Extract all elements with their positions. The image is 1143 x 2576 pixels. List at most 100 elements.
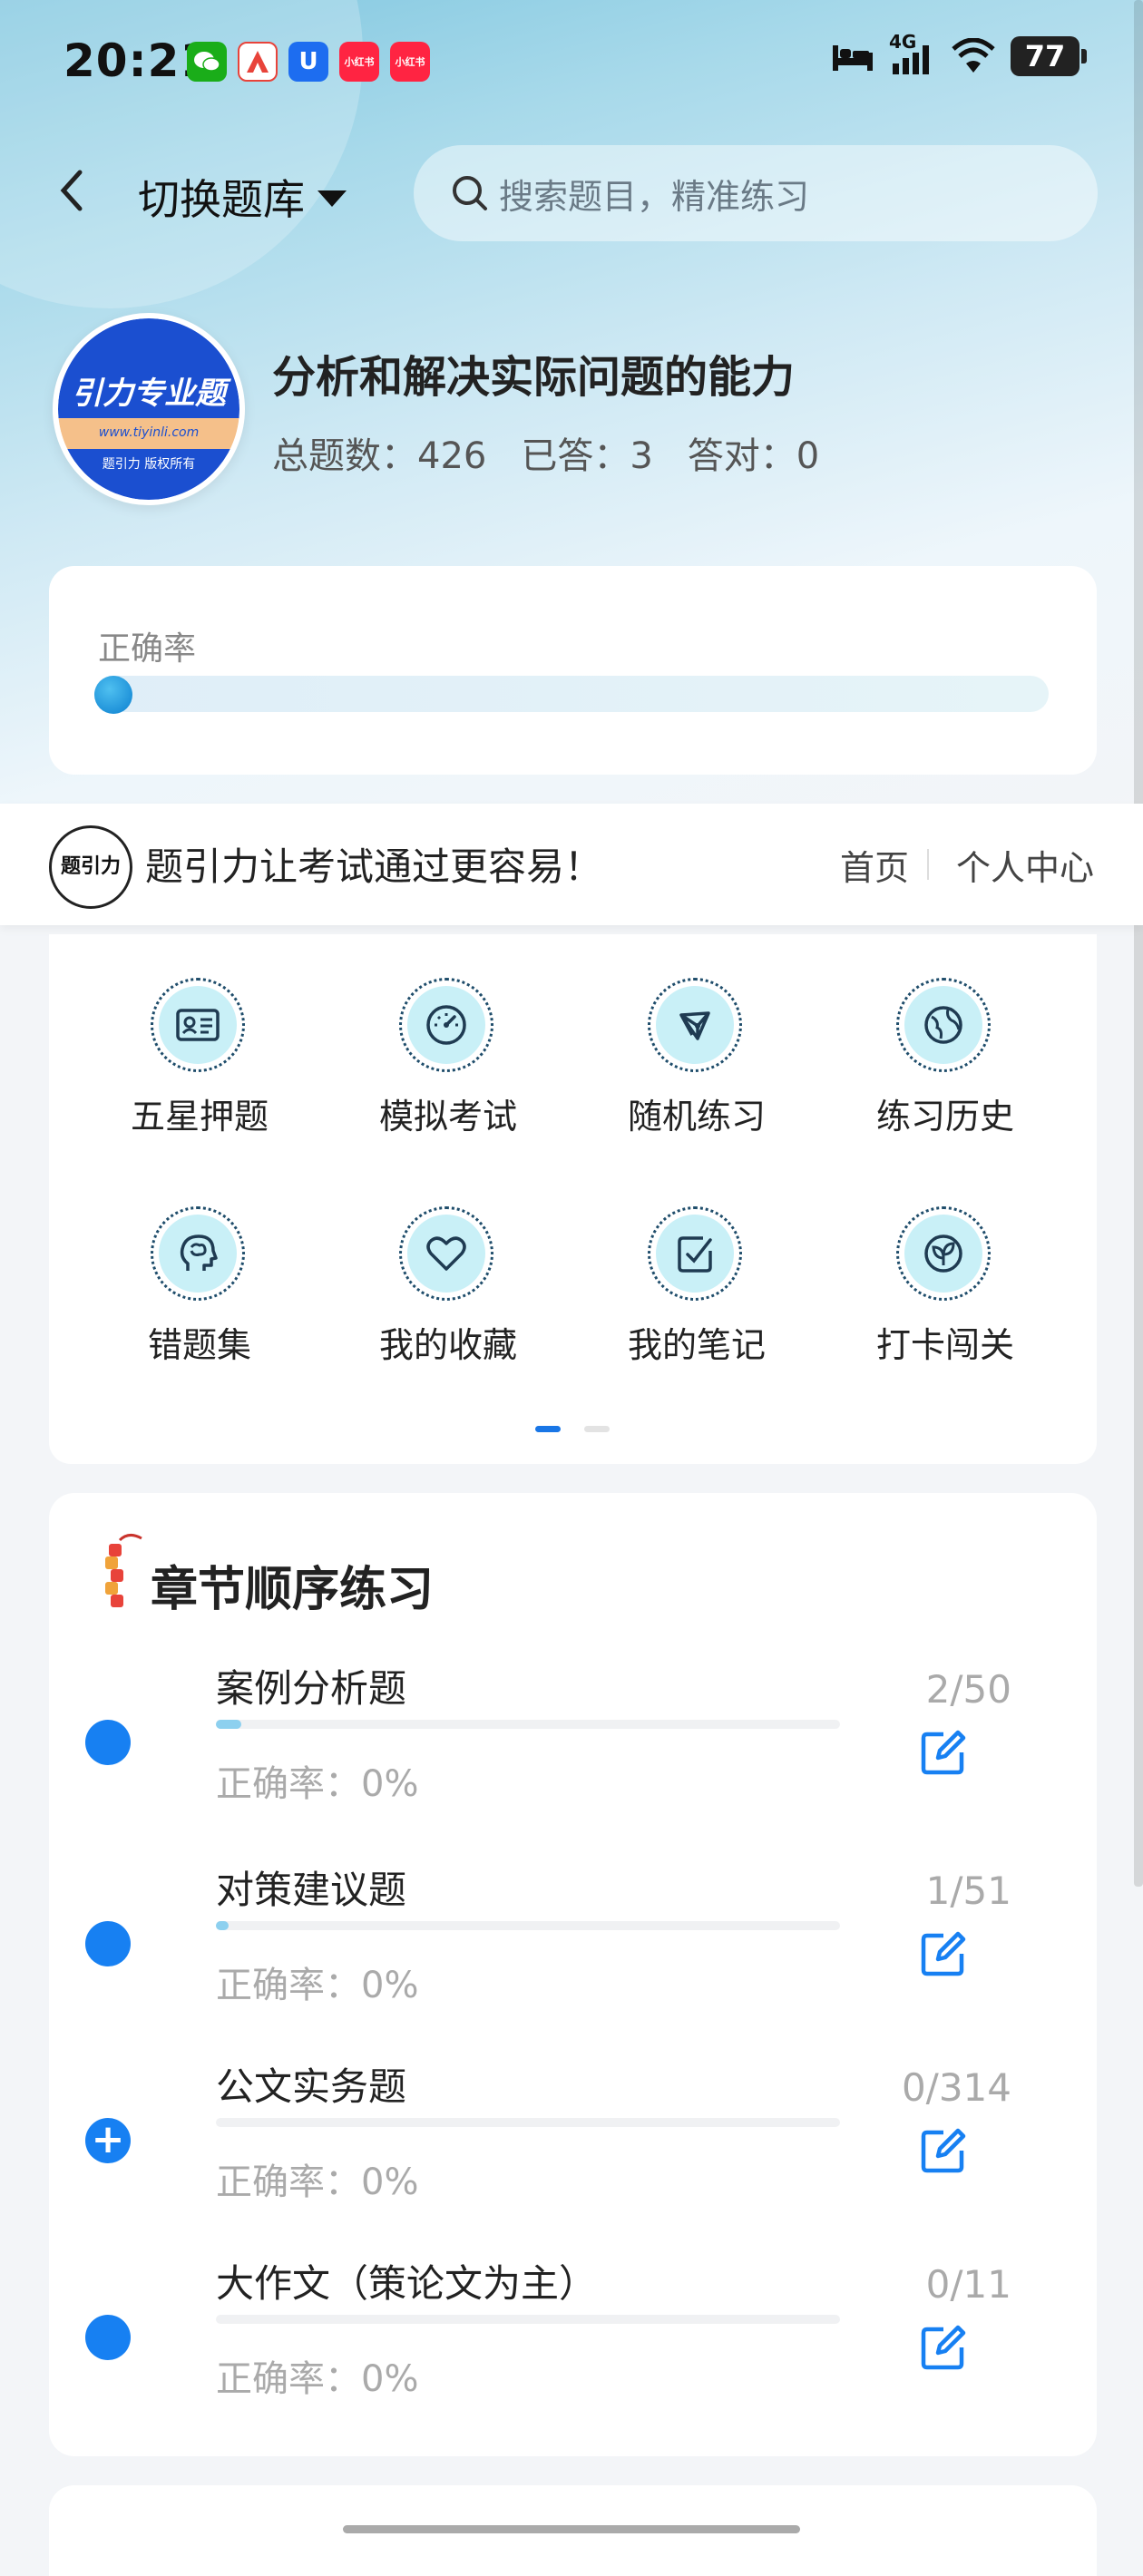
heart-icon: [426, 1236, 466, 1271]
note-check-icon: [678, 1236, 712, 1273]
total-count: 总题数：426: [272, 435, 487, 477]
scrollbar[interactable]: [1134, 0, 1143, 1887]
gauge-icon: [426, 1005, 466, 1045]
system-icons: 4G 77: [831, 31, 1087, 76]
function-mock-exam[interactable]: 模拟考试: [339, 978, 557, 1159]
chapter-count: 0/11: [925, 2262, 1011, 2307]
chapter-name: 大作文（策论文为主）: [216, 2261, 598, 2306]
function-random-practice[interactable]: 随机练习: [588, 978, 806, 1159]
chapter-accuracy: 正确率：0%: [216, 2161, 419, 2203]
chapter-accuracy: 正确率：0%: [216, 1965, 419, 2006]
globe-icon: [924, 1006, 962, 1044]
bank-logo-url: www.tiyinli.com: [98, 425, 200, 440]
chapter-name: 公文实务题: [216, 2064, 407, 2109]
xiaohongshu-icon-2: 小红书: [390, 42, 430, 82]
network-icon: [679, 1011, 710, 1040]
function-label: 错题集: [147, 1325, 251, 1365]
xiaohongshu-icon: 小红书: [339, 42, 379, 82]
switch-bank-dropdown[interactable]: 切换题库: [138, 167, 347, 227]
accuracy-card: [49, 566, 1097, 775]
id-card-icon: [176, 1009, 220, 1041]
search-bar[interactable]: 搜索题目，精准练习: [414, 145, 1098, 241]
pager-dot-active[interactable]: [535, 1426, 561, 1432]
chapter-progress-bar: [216, 1921, 840, 1930]
bank-title: 分析和解决实际问题的能力: [272, 352, 796, 403]
status-bar: 20:21 U 小红书 小红书 4G 77: [0, 0, 1143, 118]
back-button[interactable]: [49, 163, 93, 218]
sprout-icon: [924, 1234, 962, 1273]
expand-plus-icon: +: [85, 2118, 131, 2163]
nav-profile-link[interactable]: 个人中心: [956, 840, 1094, 890]
home-indicator[interactable]: [343, 2525, 800, 2533]
accuracy-indicator: [94, 676, 132, 714]
chapter-status-dot: [85, 1921, 131, 1966]
chapter-progress-bar: [216, 1720, 840, 1729]
chapter-progress-bar: [216, 2118, 840, 2127]
function-icon-ring: [896, 978, 991, 1072]
function-wrong-questions[interactable]: 错题集: [91, 1206, 308, 1388]
app-u-letter: U: [298, 48, 318, 75]
chapter-status-dot: [85, 2315, 131, 2360]
chevron-left-icon: [60, 170, 83, 211]
correct-count: 答对：0: [687, 435, 820, 477]
function-icon-ring: [399, 978, 493, 1072]
chapter-row-1[interactable]: 案例分析题 正确率：0% 2/50: [0, 1658, 1048, 1839]
function-icon-ring: [648, 1206, 742, 1301]
accuracy-label: 正确率: [98, 630, 197, 668]
xiaohongshu-text: 小红书: [344, 56, 375, 68]
chapter-row-4[interactable]: 大作文（策论文为主） 正确率：0% 0/11: [0, 2253, 1048, 2435]
brain-head-icon: [180, 1234, 218, 1271]
chapter-practice-title: 章节顺序练习: [151, 1563, 435, 1617]
function-label: 练习历史: [875, 1097, 1014, 1137]
battery-indicator: 77: [1011, 36, 1087, 76]
bank-stats: 总题数：426 已答：3 答对：0: [272, 426, 819, 479]
chapter-count: 2/50: [925, 1667, 1011, 1712]
function-practice-history[interactable]: 练习历史: [836, 978, 1054, 1159]
switch-bank-label: 切换题库: [138, 175, 305, 224]
function-icon-ring: [399, 1206, 493, 1301]
firecracker-icon: [105, 1534, 142, 1607]
chapter-status-dot: [85, 1720, 131, 1765]
chapter-row-3[interactable]: + 公文实务题 正确率：0% 0/314: [0, 2056, 1048, 2238]
function-five-star-questions[interactable]: 五星押题: [91, 978, 308, 1159]
pager-dot[interactable]: [584, 1426, 610, 1432]
bank-logo-text: 引力专业题: [72, 376, 226, 412]
notification-icons: U 小红书 小红书: [187, 42, 430, 82]
function-label: 我的笔记: [627, 1325, 766, 1365]
brand-logo: 题引力: [49, 825, 132, 909]
function-icon-ring: [648, 978, 742, 1072]
chapter-progress-fill: [216, 1921, 229, 1930]
function-label: 随机练习: [627, 1097, 766, 1137]
edit-icon[interactable]: [916, 1725, 971, 1780]
function-check-in-challenge[interactable]: 打卡闯关: [836, 1206, 1054, 1388]
function-icon-ring: [151, 1206, 245, 1301]
function-label: 模拟考试: [378, 1097, 517, 1137]
chapter-progress-fill: [216, 1720, 241, 1729]
wifi-icon: [952, 38, 995, 73]
caret-down-icon: [318, 190, 347, 207]
edit-icon[interactable]: [916, 2123, 971, 2178]
bank-logo: 引力专业题 www.tiyinli.com 题引力 版权所有: [53, 313, 245, 505]
cellular-icon: 4G: [889, 31, 936, 76]
chapter-accuracy: 正确率：0%: [216, 1763, 419, 1805]
chapter-name: 对策建议题: [216, 1868, 407, 1912]
accuracy-bar: [94, 676, 1049, 712]
chapter-row-2[interactable]: 对策建议题 正确率：0% 1/51: [0, 1859, 1048, 2041]
wechat-icon: [187, 42, 227, 82]
bed-icon: [833, 45, 873, 71]
xiaohongshu-text-2: 小红书: [395, 56, 425, 68]
nav-home-link[interactable]: 首页: [840, 840, 909, 890]
function-my-favorites[interactable]: 我的收藏: [339, 1206, 557, 1388]
search-icon: [453, 176, 487, 210]
function-icon-ring: [896, 1206, 991, 1301]
nav-divider: [927, 849, 929, 880]
brand-slogan: 题引力让考试通过更容易！: [145, 844, 603, 889]
chapter-accuracy: 正确率：0%: [216, 2358, 419, 2400]
function-icon-ring: [151, 978, 245, 1072]
edit-icon[interactable]: [916, 2320, 971, 2375]
edit-icon[interactable]: [916, 1927, 971, 1981]
chapter-count: 1/51: [925, 1869, 1011, 1913]
function-my-notes[interactable]: 我的笔记: [588, 1206, 806, 1388]
bank-logo-footer: 题引力 版权所有: [102, 457, 196, 472]
function-label: 打卡闯关: [875, 1325, 1014, 1365]
